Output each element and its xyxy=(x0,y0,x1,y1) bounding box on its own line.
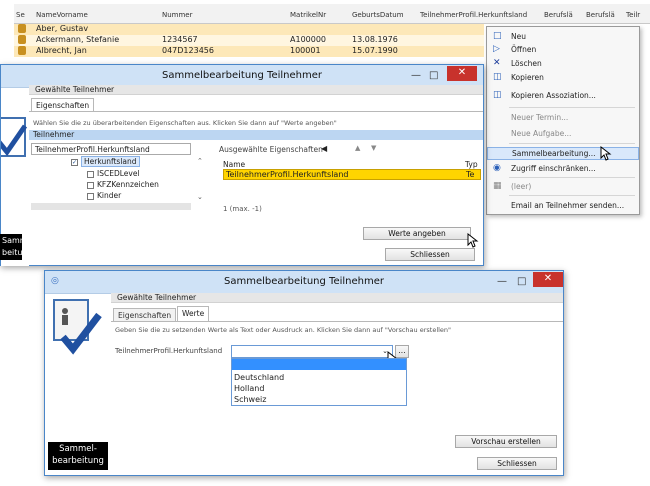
side-caption: Sammel- beitung xyxy=(0,234,38,260)
werte-angeben-button[interactable]: Werte angeben xyxy=(363,227,471,240)
tree-item-kinder[interactable]: Kinder xyxy=(87,191,121,200)
col-header[interactable]: NameVorname xyxy=(36,11,88,19)
side-panel xyxy=(53,299,103,357)
move-up-icon[interactable]: ▲ xyxy=(355,144,360,152)
menu-item-leer[interactable]: ▦ (leer) xyxy=(487,180,639,193)
menu-item-sammelbearbeitung[interactable]: Sammelbearbeitung... xyxy=(487,147,639,160)
move-down-icon[interactable]: ▼ xyxy=(371,144,376,152)
user-icon xyxy=(18,35,26,44)
col-header[interactable]: TeilnehmerProfil.Herkunftsland xyxy=(420,11,527,19)
new-doc-icon: □ xyxy=(493,31,502,41)
tree-item-herkunftsland[interactable]: ✓ Herkunftsland xyxy=(71,156,140,167)
menu-item-neuer-termin[interactable]: Neuer Termin... xyxy=(487,111,639,124)
dialog-sammelbearbeitung-werte: ◎ Sammelbearbeitung Teilnehmer — □ ✕ Gew… xyxy=(44,270,564,476)
dropdown-option[interactable]: Schweiz xyxy=(232,394,406,405)
menu-separator xyxy=(509,107,635,108)
move-left-icon[interactable]: ◀ xyxy=(321,144,327,153)
col-header[interactable]: MatrikelNr xyxy=(290,11,326,19)
col-header-name: Name xyxy=(223,160,246,169)
dropdown-option[interactable]: Holland xyxy=(232,383,406,394)
section-header: Gewählte Teilnehmer xyxy=(29,85,483,95)
col-header[interactable]: Berufslä xyxy=(544,11,573,19)
dropdown-list: Deutschland Holland Schweiz xyxy=(231,358,407,406)
menu-item-neu[interactable]: □ Neu xyxy=(487,30,639,43)
maximize-button[interactable]: □ xyxy=(429,70,438,81)
section-header: Gewählte Teilnehmer xyxy=(111,293,563,303)
dropdown-option[interactable] xyxy=(232,359,406,370)
col-header[interactable]: Se xyxy=(16,11,25,19)
side-caption: Sammel- bearbeitung xyxy=(48,442,108,470)
herkunftsland-select[interactable]: ⌄ xyxy=(231,345,393,358)
vorschau-erstellen-button[interactable]: Vorschau erstellen xyxy=(455,435,557,448)
tab-eigenschaften[interactable]: Eigenschaften xyxy=(31,98,95,111)
menu-item-oeffnen[interactable]: ▷ Öffnen xyxy=(487,43,639,56)
access-icon: ◉ xyxy=(493,163,501,173)
mouse-cursor-icon xyxy=(467,233,479,248)
menu-item-neue-aufgabe[interactable]: Neue Aufgabe... xyxy=(487,127,639,140)
menu-item-zugriff[interactable]: ◉ Zugriff einschränken... xyxy=(487,162,639,175)
menu-item-email[interactable]: Email an Teilnehmer senden... xyxy=(487,199,639,212)
scroll-down-icon[interactable]: ⌄ xyxy=(197,193,203,201)
tab-eigenschaften[interactable]: Eigenschaften xyxy=(113,308,177,321)
field-label: TeilnehmerProfil.Herkunftsland xyxy=(115,347,223,355)
scroll-up-icon[interactable]: ⌃ xyxy=(197,157,203,165)
table-row[interactable]: Albrecht, Jan 047D123456 100001 15.07.19… xyxy=(14,46,484,57)
context-menu: □ Neu ▷ Öffnen ✕ Löschen ◫ Kopieren ◫ Kopiere… xyxy=(486,26,640,215)
dialog-sammelbearbeitung-eigenschaften: Sammelbearbeitung Teilnehmer — □ ✕ Gewäh… xyxy=(0,64,484,266)
grid-header: Se NameVorname Nummer MatrikelNr Geburts… xyxy=(14,4,650,24)
mouse-cursor-icon xyxy=(600,146,612,161)
menu-item-kopieren-assoziation[interactable]: ◫ Kopieren Assoziation... xyxy=(487,89,639,102)
tree-item-kfz[interactable]: KFZKennzeichen xyxy=(87,180,159,189)
close-button[interactable]: ✕ xyxy=(533,272,563,287)
hint-text: Wählen Sie die zu überarbeitenden Eigens… xyxy=(33,119,337,127)
menu-item-kopieren[interactable]: ◫ Kopieren xyxy=(487,71,639,84)
user-icon xyxy=(18,46,26,55)
tab-werte[interactable]: Werte xyxy=(177,306,210,321)
open-icon: ▷ xyxy=(493,44,500,54)
hint-text: Geben Sie die zu setzenden Werte als Tex… xyxy=(115,326,452,334)
dialog-title: Sammelbearbeitung Teilnehmer xyxy=(224,276,384,287)
schliessen-button[interactable]: Schliessen xyxy=(477,457,557,470)
table-row[interactable]: Ackermann, Stefanie 1234567 A100000 13.0… xyxy=(14,35,484,46)
property-search-input[interactable]: TeilnehmerProfil.Herkunftsland xyxy=(31,143,191,155)
menu-separator xyxy=(509,195,635,196)
col-header-typ: Typ xyxy=(465,160,478,169)
minimize-button[interactable]: — xyxy=(497,276,507,287)
close-button[interactable]: ✕ xyxy=(447,66,477,81)
minimize-button[interactable]: — xyxy=(411,70,421,81)
schliessen-button[interactable]: Schliessen xyxy=(385,248,475,261)
maximize-button[interactable]: □ xyxy=(517,276,526,287)
selection-count: 1 (max. -1) xyxy=(223,205,262,213)
checkmark-logo-icon xyxy=(1,117,28,157)
tree-item-isced[interactable]: ISCEDLevel xyxy=(87,169,140,178)
copy-icon: ◫ xyxy=(493,72,502,82)
group-header: Teilnehmer xyxy=(29,130,483,140)
menu-item-loeschen[interactable]: ✕ Löschen xyxy=(487,57,639,70)
col-header[interactable]: Nummer xyxy=(162,11,193,19)
user-icon xyxy=(18,24,26,33)
checkmark-logo-icon xyxy=(53,299,102,355)
clipboard-icon: ▦ xyxy=(493,181,502,191)
col-header[interactable]: Berufslä xyxy=(586,11,615,19)
selected-properties-header: Ausgewählte Eigenschaften xyxy=(219,145,323,154)
tree-scrollbar[interactable] xyxy=(31,203,191,210)
selected-property-row[interactable]: TeilnehmerProfil.Herkunftsland Te xyxy=(223,169,481,180)
title-bar: ◎ Sammelbearbeitung Teilnehmer — □ ✕ xyxy=(45,271,563,294)
menu-separator xyxy=(509,143,635,144)
delete-x-icon: ✕ xyxy=(493,58,501,68)
copy-assoc-icon: ◫ xyxy=(493,90,502,100)
table-row[interactable]: Aber, Gustav xyxy=(14,24,484,35)
dropdown-option[interactable]: Deutschland xyxy=(232,372,406,383)
col-header[interactable]: Teilr xyxy=(626,11,640,19)
menu-separator xyxy=(509,177,635,178)
col-header[interactable]: GeburtsDatum xyxy=(352,11,404,19)
